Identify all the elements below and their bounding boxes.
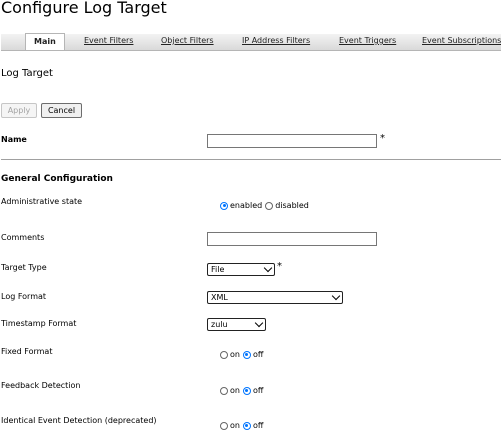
log-format-select[interactable]: XML: [207, 291, 343, 304]
fixed-format-on-label: on: [230, 350, 240, 359]
name-label: Name: [1, 135, 27, 144]
identical-event-detection-label: Identical Event Detection (deprecated): [1, 416, 157, 425]
admin-state-enabled-label: enabled: [230, 201, 263, 210]
target-type-required-mark: *: [277, 261, 282, 272]
fixed-format-radio-group: on off: [220, 350, 266, 359]
log-format-label: Log Format: [1, 292, 47, 301]
fixed-format-label: Fixed Format: [1, 347, 53, 356]
timestamp-format-select[interactable]: zulu: [207, 318, 266, 331]
identical-event-on-radio[interactable]: [220, 421, 228, 430]
feedback-detection-label: Feedback Detection: [1, 381, 81, 390]
identical-event-on-label: on: [230, 421, 240, 430]
target-type-value: File: [211, 265, 225, 274]
tab-main[interactable]: Main: [25, 33, 65, 50]
feedback-detection-on-label: on: [230, 386, 240, 395]
identical-event-off-radio[interactable]: [242, 421, 251, 430]
divider: [1, 159, 501, 160]
timestamp-format-label: Timestamp Format: [1, 319, 77, 328]
comments-input[interactable]: [207, 232, 377, 246]
name-input[interactable]: [207, 134, 377, 148]
tab-event-filters[interactable]: Event Filters: [84, 36, 133, 45]
tab-bar: Main Event Filters Object Filters IP Add…: [1, 33, 501, 51]
cancel-button[interactable]: Cancel: [41, 103, 82, 118]
tab-event-triggers[interactable]: Event Triggers: [339, 36, 396, 45]
section-title: Log Target: [1, 68, 53, 79]
feedback-detection-off-label: off: [252, 386, 264, 395]
administrative-state-label: Administrative state: [1, 197, 83, 206]
target-type-select[interactable]: File: [207, 263, 275, 276]
admin-state-enabled-radio[interactable]: [220, 201, 228, 210]
feedback-detection-on-radio[interactable]: [220, 386, 228, 395]
comments-label: Comments: [1, 233, 45, 242]
target-type-label: Target Type: [1, 263, 47, 272]
tab-object-filters[interactable]: Object Filters: [161, 36, 214, 45]
general-configuration-heading: General Configuration: [1, 174, 113, 184]
chevron-down-icon: [331, 291, 341, 301]
apply-button[interactable]: Apply: [1, 103, 37, 118]
log-format-value: XML: [211, 293, 228, 302]
chevron-down-icon: [263, 263, 273, 273]
admin-state-disabled-radio[interactable]: [265, 201, 274, 210]
fixed-format-off-radio[interactable]: [242, 350, 251, 359]
fixed-format-off-label: off: [252, 350, 264, 359]
administrative-state-radio-group: enabled disabled: [220, 201, 312, 210]
timestamp-format-value: zulu: [211, 320, 228, 329]
feedback-detection-radio-group: on off: [220, 386, 266, 395]
feedback-detection-off-radio[interactable]: [242, 386, 251, 395]
identical-event-detection-radio-group: on off: [220, 421, 266, 430]
admin-state-disabled-label: disabled: [275, 201, 309, 210]
identical-event-off-label: off: [252, 421, 264, 430]
chevron-down-icon: [254, 318, 264, 328]
page-title: Configure Log Target: [1, 0, 167, 17]
tab-event-subscriptions[interactable]: Event Subscriptions: [422, 36, 501, 45]
tab-ip-address-filters[interactable]: IP Address Filters: [242, 36, 310, 45]
fixed-format-on-radio[interactable]: [220, 350, 228, 359]
name-required-mark: *: [380, 133, 385, 144]
